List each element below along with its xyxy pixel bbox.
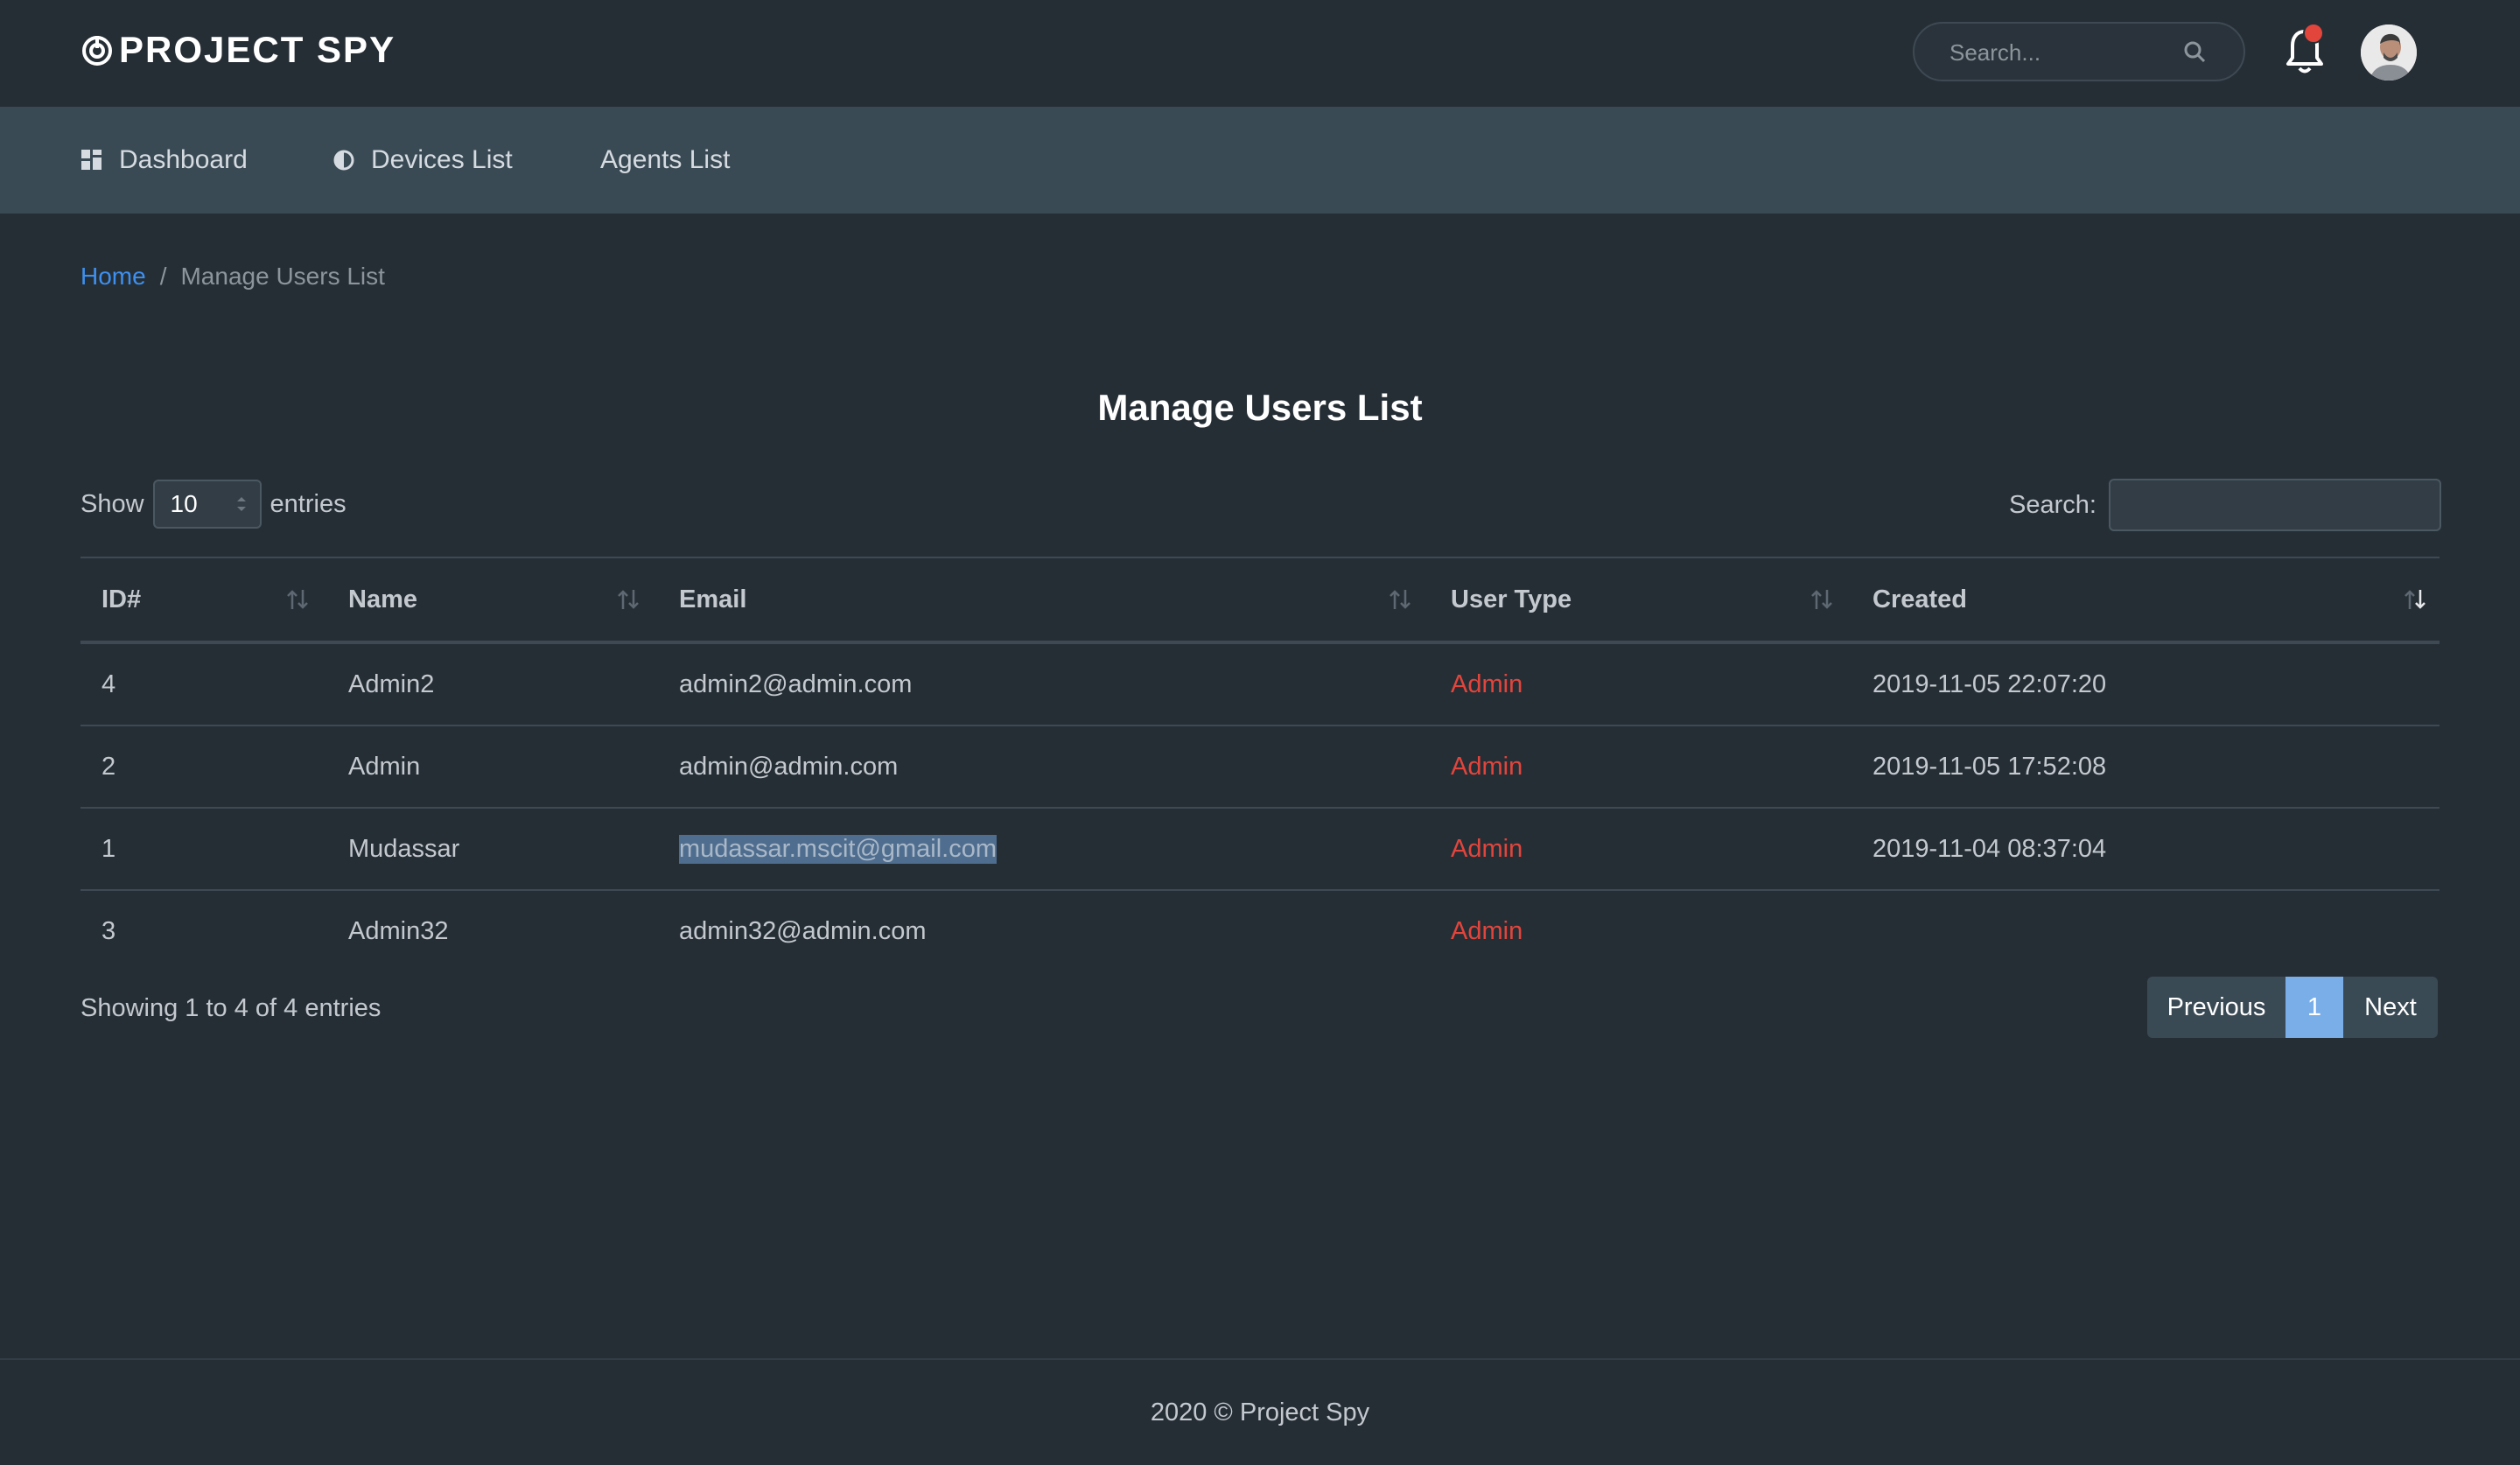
cell-email: admin2@admin.com — [679, 669, 913, 698]
table-search-label: Search: — [2009, 490, 2096, 519]
select-arrows-icon — [236, 497, 246, 511]
table-search-input[interactable] — [2108, 479, 2441, 531]
nav-item-agents-list[interactable]: Agents List — [600, 107, 730, 214]
sort-icon[interactable] — [616, 586, 640, 613]
logo-icon — [82, 36, 112, 66]
page-button-current[interactable]: 1 — [2286, 977, 2343, 1038]
breadcrumb: Home / Manage Users List — [80, 263, 385, 291]
footer-text: 2020 © Project Spy — [1150, 1398, 1370, 1426]
table-info: Showing 1 to 4 of 4 entries — [80, 994, 382, 1022]
notification-badge — [2303, 23, 2324, 44]
nav-label-dashboard: Dashboard — [119, 145, 248, 174]
global-search — [1913, 22, 2245, 81]
table-row[interactable]: 4 Admin2 admin2@admin.com Admin 2019-11-… — [80, 644, 2440, 726]
table-row[interactable]: 2 Admin admin@admin.com Admin 2019-11-05… — [80, 726, 2440, 809]
dashboard-grid-icon — [81, 150, 102, 170]
nav-label-agents-list: Agents List — [600, 145, 731, 174]
nav-item-devices-list[interactable]: Devices List — [332, 107, 513, 214]
column-header-user-type[interactable]: User Type — [1451, 558, 1572, 641]
main-nav: Dashboard Devices List Agents List — [0, 107, 2520, 214]
cell-email-container: mudassar.mscit@gmail.com — [679, 809, 998, 889]
cell-created: 2019-11-05 22:07:20 — [1872, 669, 2107, 698]
column-header-name[interactable]: Name — [348, 558, 417, 641]
logo[interactable]: PROJECT SPY — [80, 26, 396, 74]
table-search: Search: — [2009, 478, 2441, 532]
user-avatar-icon — [2361, 25, 2417, 81]
sort-icon[interactable] — [1388, 586, 1412, 613]
cell-name: Admin2 — [348, 669, 435, 698]
breadcrumb-home-link[interactable]: Home — [80, 263, 146, 291]
cell-email: admin32@admin.com — [679, 916, 927, 945]
show-label: Show — [80, 489, 144, 518]
cell-created: 2019-11-05 17:52:08 — [1872, 752, 2107, 781]
cell-created: 2019-11-04 08:37:04 — [1872, 834, 2107, 863]
nav-item-dashboard[interactable]: Dashboard — [80, 107, 248, 214]
breadcrumb-separator: / — [159, 263, 167, 290]
cell-email: admin@admin.com — [679, 752, 899, 781]
table-header: ID# Name Email User Type Created — [80, 557, 2440, 644]
cell-id: 1 — [102, 834, 116, 863]
breadcrumb-current: Manage Users List — [180, 263, 385, 290]
sort-icon[interactable] — [285, 586, 310, 613]
page-length-value: 10 — [170, 490, 198, 517]
cell-user-type: Admin — [1451, 752, 1523, 781]
cell-id: 3 — [102, 916, 116, 945]
next-button[interactable]: Next — [2343, 977, 2438, 1038]
cell-user-type: Admin — [1451, 916, 1523, 945]
table-row[interactable]: 3 Admin32 admin32@admin.com Admin — [80, 891, 2440, 971]
logo-text: PROJECT SPY — [119, 29, 396, 70]
avatar[interactable] — [2361, 25, 2417, 81]
page-length-select[interactable]: 10 — [152, 480, 262, 529]
global-search-input[interactable] — [1948, 24, 2179, 81]
half-circle-icon — [333, 150, 354, 171]
cell-id: 4 — [102, 669, 116, 698]
table-row[interactable]: 1 Mudassar mudassar.mscit@gmail.com Admi… — [80, 809, 2440, 891]
nav-label-devices-list: Devices List — [371, 145, 513, 174]
cell-id: 2 — [102, 752, 116, 781]
sort-desc-icon[interactable] — [2403, 586, 2427, 613]
page-title: Manage Users List — [1097, 387, 1423, 428]
search-icon[interactable] — [2182, 39, 2207, 64]
previous-button[interactable]: Previous — [2147, 977, 2286, 1038]
cell-user-type: Admin — [1451, 834, 1523, 863]
entries-label: entries — [270, 489, 346, 518]
page-length-control: Show 10 entries — [80, 478, 346, 530]
cell-name: Admin — [348, 752, 421, 781]
cell-email-selected-text[interactable]: mudassar.mscit@gmail.com — [679, 834, 998, 864]
footer: 2020 © Project Spy — [0, 1358, 2520, 1465]
sort-icon[interactable] — [1810, 586, 1834, 613]
column-header-created[interactable]: Created — [1872, 558, 1967, 641]
cell-user-type: Admin — [1451, 669, 1523, 698]
column-header-email[interactable]: Email — [679, 558, 746, 641]
top-bar: PROJECT SPY — [0, 0, 2520, 107]
cell-name: Mudassar — [348, 834, 460, 863]
cell-name: Admin32 — [348, 916, 449, 945]
column-header-id[interactable]: ID# — [102, 558, 141, 641]
users-table: ID# Name Email User Type Created 4 Admin… — [80, 557, 2440, 971]
pagination: Previous 1 Next — [2147, 977, 2438, 1038]
